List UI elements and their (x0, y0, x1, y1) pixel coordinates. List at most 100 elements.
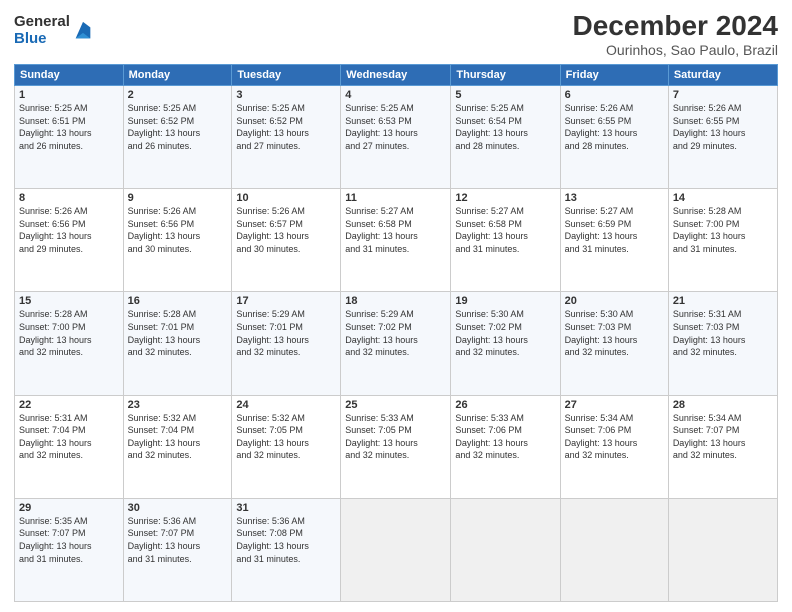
col-monday: Monday (123, 65, 232, 86)
calendar-cell: 30Sunrise: 5:36 AM Sunset: 7:07 PM Dayli… (123, 498, 232, 601)
day-number: 1 (19, 89, 119, 101)
day-number: 18 (345, 295, 446, 307)
day-info: Sunrise: 5:30 AM Sunset: 7:03 PM Dayligh… (565, 308, 664, 358)
col-tuesday: Tuesday (232, 65, 341, 86)
calendar-cell (560, 498, 668, 601)
calendar-cell: 25Sunrise: 5:33 AM Sunset: 7:05 PM Dayli… (341, 395, 451, 498)
calendar-cell: 15Sunrise: 5:28 AM Sunset: 7:00 PM Dayli… (15, 292, 124, 395)
day-number: 13 (565, 192, 664, 204)
calendar-cell: 20Sunrise: 5:30 AM Sunset: 7:03 PM Dayli… (560, 292, 668, 395)
calendar-cell: 14Sunrise: 5:28 AM Sunset: 7:00 PM Dayli… (668, 189, 777, 292)
day-number: 9 (128, 192, 228, 204)
logo: General Blue (14, 14, 94, 47)
calendar-cell: 22Sunrise: 5:31 AM Sunset: 7:04 PM Dayli… (15, 395, 124, 498)
day-number: 24 (236, 399, 336, 411)
day-info: Sunrise: 5:29 AM Sunset: 7:02 PM Dayligh… (345, 308, 446, 358)
logo-blue: Blue (14, 31, 70, 48)
day-info: Sunrise: 5:25 AM Sunset: 6:53 PM Dayligh… (345, 102, 446, 152)
day-info: Sunrise: 5:34 AM Sunset: 7:06 PM Dayligh… (565, 412, 664, 462)
day-info: Sunrise: 5:28 AM Sunset: 7:01 PM Dayligh… (128, 308, 228, 358)
day-number: 7 (673, 89, 773, 101)
calendar-cell: 2Sunrise: 5:25 AM Sunset: 6:52 PM Daylig… (123, 86, 232, 189)
calendar-cell: 31Sunrise: 5:36 AM Sunset: 7:08 PM Dayli… (232, 498, 341, 601)
calendar-week-5: 29Sunrise: 5:35 AM Sunset: 7:07 PM Dayli… (15, 498, 778, 601)
calendar: Sunday Monday Tuesday Wednesday Thursday… (14, 64, 778, 602)
day-info: Sunrise: 5:26 AM Sunset: 6:55 PM Dayligh… (565, 102, 664, 152)
day-info: Sunrise: 5:27 AM Sunset: 6:58 PM Dayligh… (455, 205, 555, 255)
calendar-cell: 21Sunrise: 5:31 AM Sunset: 7:03 PM Dayli… (668, 292, 777, 395)
calendar-cell: 16Sunrise: 5:28 AM Sunset: 7:01 PM Dayli… (123, 292, 232, 395)
calendar-week-1: 1Sunrise: 5:25 AM Sunset: 6:51 PM Daylig… (15, 86, 778, 189)
calendar-cell: 29Sunrise: 5:35 AM Sunset: 7:07 PM Dayli… (15, 498, 124, 601)
col-friday: Friday (560, 65, 668, 86)
day-number: 4 (345, 89, 446, 101)
day-info: Sunrise: 5:29 AM Sunset: 7:01 PM Dayligh… (236, 308, 336, 358)
calendar-header-row: Sunday Monday Tuesday Wednesday Thursday… (15, 65, 778, 86)
day-number: 28 (673, 399, 773, 411)
day-number: 25 (345, 399, 446, 411)
calendar-cell: 24Sunrise: 5:32 AM Sunset: 7:05 PM Dayli… (232, 395, 341, 498)
day-number: 27 (565, 399, 664, 411)
day-info: Sunrise: 5:27 AM Sunset: 6:59 PM Dayligh… (565, 205, 664, 255)
day-info: Sunrise: 5:31 AM Sunset: 7:03 PM Dayligh… (673, 308, 773, 358)
day-info: Sunrise: 5:26 AM Sunset: 6:55 PM Dayligh… (673, 102, 773, 152)
day-info: Sunrise: 5:30 AM Sunset: 7:02 PM Dayligh… (455, 308, 555, 358)
calendar-cell: 23Sunrise: 5:32 AM Sunset: 7:04 PM Dayli… (123, 395, 232, 498)
day-number: 22 (19, 399, 119, 411)
calendar-cell: 7Sunrise: 5:26 AM Sunset: 6:55 PM Daylig… (668, 86, 777, 189)
day-info: Sunrise: 5:28 AM Sunset: 7:00 PM Dayligh… (673, 205, 773, 255)
day-number: 15 (19, 295, 119, 307)
day-info: Sunrise: 5:25 AM Sunset: 6:54 PM Dayligh… (455, 102, 555, 152)
subtitle: Ourinhos, Sao Paulo, Brazil (573, 42, 778, 58)
day-info: Sunrise: 5:26 AM Sunset: 6:56 PM Dayligh… (19, 205, 119, 255)
day-number: 21 (673, 295, 773, 307)
day-info: Sunrise: 5:28 AM Sunset: 7:00 PM Dayligh… (19, 308, 119, 358)
logo-icon (72, 20, 94, 42)
day-info: Sunrise: 5:26 AM Sunset: 6:57 PM Dayligh… (236, 205, 336, 255)
day-number: 5 (455, 89, 555, 101)
day-number: 2 (128, 89, 228, 101)
day-info: Sunrise: 5:32 AM Sunset: 7:05 PM Dayligh… (236, 412, 336, 462)
day-number: 3 (236, 89, 336, 101)
col-thursday: Thursday (451, 65, 560, 86)
col-wednesday: Wednesday (341, 65, 451, 86)
day-info: Sunrise: 5:27 AM Sunset: 6:58 PM Dayligh… (345, 205, 446, 255)
day-info: Sunrise: 5:26 AM Sunset: 6:56 PM Dayligh… (128, 205, 228, 255)
day-info: Sunrise: 5:32 AM Sunset: 7:04 PM Dayligh… (128, 412, 228, 462)
calendar-week-2: 8Sunrise: 5:26 AM Sunset: 6:56 PM Daylig… (15, 189, 778, 292)
day-number: 31 (236, 502, 336, 514)
col-sunday: Sunday (15, 65, 124, 86)
day-number: 8 (19, 192, 119, 204)
calendar-cell: 18Sunrise: 5:29 AM Sunset: 7:02 PM Dayli… (341, 292, 451, 395)
day-info: Sunrise: 5:36 AM Sunset: 7:08 PM Dayligh… (236, 515, 336, 565)
calendar-cell: 6Sunrise: 5:26 AM Sunset: 6:55 PM Daylig… (560, 86, 668, 189)
calendar-cell: 19Sunrise: 5:30 AM Sunset: 7:02 PM Dayli… (451, 292, 560, 395)
calendar-cell: 8Sunrise: 5:26 AM Sunset: 6:56 PM Daylig… (15, 189, 124, 292)
logo-text: General Blue (14, 14, 70, 47)
calendar-cell: 27Sunrise: 5:34 AM Sunset: 7:06 PM Dayli… (560, 395, 668, 498)
day-info: Sunrise: 5:35 AM Sunset: 7:07 PM Dayligh… (19, 515, 119, 565)
logo-general: General (14, 14, 70, 31)
main-title: December 2024 (573, 10, 778, 42)
day-number: 19 (455, 295, 555, 307)
calendar-cell: 1Sunrise: 5:25 AM Sunset: 6:51 PM Daylig… (15, 86, 124, 189)
calendar-cell: 26Sunrise: 5:33 AM Sunset: 7:06 PM Dayli… (451, 395, 560, 498)
day-number: 26 (455, 399, 555, 411)
day-number: 10 (236, 192, 336, 204)
day-number: 6 (565, 89, 664, 101)
day-number: 30 (128, 502, 228, 514)
day-number: 11 (345, 192, 446, 204)
day-number: 29 (19, 502, 119, 514)
day-info: Sunrise: 5:36 AM Sunset: 7:07 PM Dayligh… (128, 515, 228, 565)
day-info: Sunrise: 5:33 AM Sunset: 7:05 PM Dayligh… (345, 412, 446, 462)
calendar-week-3: 15Sunrise: 5:28 AM Sunset: 7:00 PM Dayli… (15, 292, 778, 395)
calendar-cell: 12Sunrise: 5:27 AM Sunset: 6:58 PM Dayli… (451, 189, 560, 292)
day-info: Sunrise: 5:25 AM Sunset: 6:52 PM Dayligh… (128, 102, 228, 152)
day-number: 16 (128, 295, 228, 307)
calendar-cell: 17Sunrise: 5:29 AM Sunset: 7:01 PM Dayli… (232, 292, 341, 395)
calendar-cell (451, 498, 560, 601)
title-area: December 2024 Ourinhos, Sao Paulo, Brazi… (573, 10, 778, 58)
calendar-cell: 4Sunrise: 5:25 AM Sunset: 6:53 PM Daylig… (341, 86, 451, 189)
day-info: Sunrise: 5:34 AM Sunset: 7:07 PM Dayligh… (673, 412, 773, 462)
header: General Blue December 2024 Ourinhos, Sao… (14, 10, 778, 58)
